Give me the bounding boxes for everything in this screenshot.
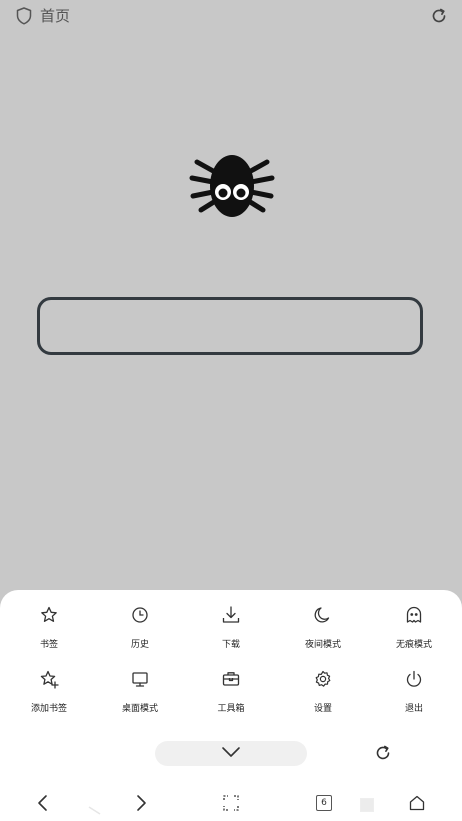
menu-label: 设置 bbox=[313, 704, 332, 714]
search-box[interactable] bbox=[37, 297, 423, 355]
home-icon bbox=[409, 795, 425, 811]
menu-label: 桌面模式 bbox=[121, 704, 158, 714]
home-button[interactable] bbox=[408, 794, 426, 812]
menu-item-exit[interactable]: 退出 bbox=[368, 669, 460, 719]
reload-icon[interactable] bbox=[374, 744, 392, 762]
fullscreen-icon bbox=[223, 795, 239, 811]
menu-label: 工具箱 bbox=[217, 704, 245, 714]
power-icon bbox=[406, 670, 422, 687]
shield-icon[interactable] bbox=[16, 7, 32, 25]
fullscreen-button[interactable] bbox=[222, 794, 240, 812]
download-icon bbox=[222, 606, 240, 623]
faint-mark bbox=[88, 800, 102, 815]
chevron-down-icon bbox=[222, 747, 240, 757]
menu-item-incognito[interactable]: 无痕模式 bbox=[368, 605, 460, 655]
collapse-menu-button[interactable] bbox=[155, 741, 307, 766]
back-button[interactable] bbox=[34, 794, 52, 812]
forward-button[interactable] bbox=[132, 794, 150, 812]
page-title: 首页 bbox=[40, 7, 71, 25]
menu-label: 书签 bbox=[39, 640, 58, 650]
chevron-right-icon bbox=[137, 795, 146, 811]
menu-label: 历史 bbox=[130, 640, 149, 650]
menu-item-toolbox[interactable]: 工具箱 bbox=[185, 669, 277, 719]
menu-item-bookmarks[interactable]: 书签 bbox=[3, 605, 95, 655]
menu-label: 夜间模式 bbox=[304, 640, 341, 650]
gear-icon bbox=[315, 670, 331, 687]
moon-icon bbox=[314, 607, 330, 623]
monitor-icon bbox=[132, 672, 148, 687]
refresh-icon[interactable] bbox=[430, 7, 448, 25]
clock-icon bbox=[132, 607, 148, 623]
faint-mark bbox=[360, 798, 374, 812]
menu-label: 无痕模式 bbox=[395, 640, 432, 650]
menu-item-desktop-mode[interactable]: 桌面模式 bbox=[94, 669, 186, 719]
menu-item-settings[interactable]: 设置 bbox=[277, 669, 369, 719]
menu-item-add-bookmark[interactable]: 添加书签 bbox=[3, 669, 95, 719]
ghost-icon bbox=[406, 606, 422, 623]
menu-label: 退出 bbox=[404, 704, 423, 714]
chevron-left-icon bbox=[38, 795, 47, 811]
star-icon bbox=[41, 606, 57, 622]
spider-logo bbox=[189, 155, 275, 217]
star-plus-icon bbox=[40, 670, 59, 689]
menu-item-downloads[interactable]: 下载 bbox=[185, 605, 277, 655]
menu-label: 下载 bbox=[221, 640, 240, 650]
tabs-button[interactable]: 6 bbox=[316, 795, 332, 811]
top-bar: 首页 bbox=[0, 0, 462, 32]
menu-label: 添加书签 bbox=[30, 704, 67, 714]
toolbox-icon bbox=[222, 672, 240, 686]
menu-item-history[interactable]: 历史 bbox=[94, 605, 186, 655]
menu-item-night-mode[interactable]: 夜间模式 bbox=[277, 605, 369, 655]
